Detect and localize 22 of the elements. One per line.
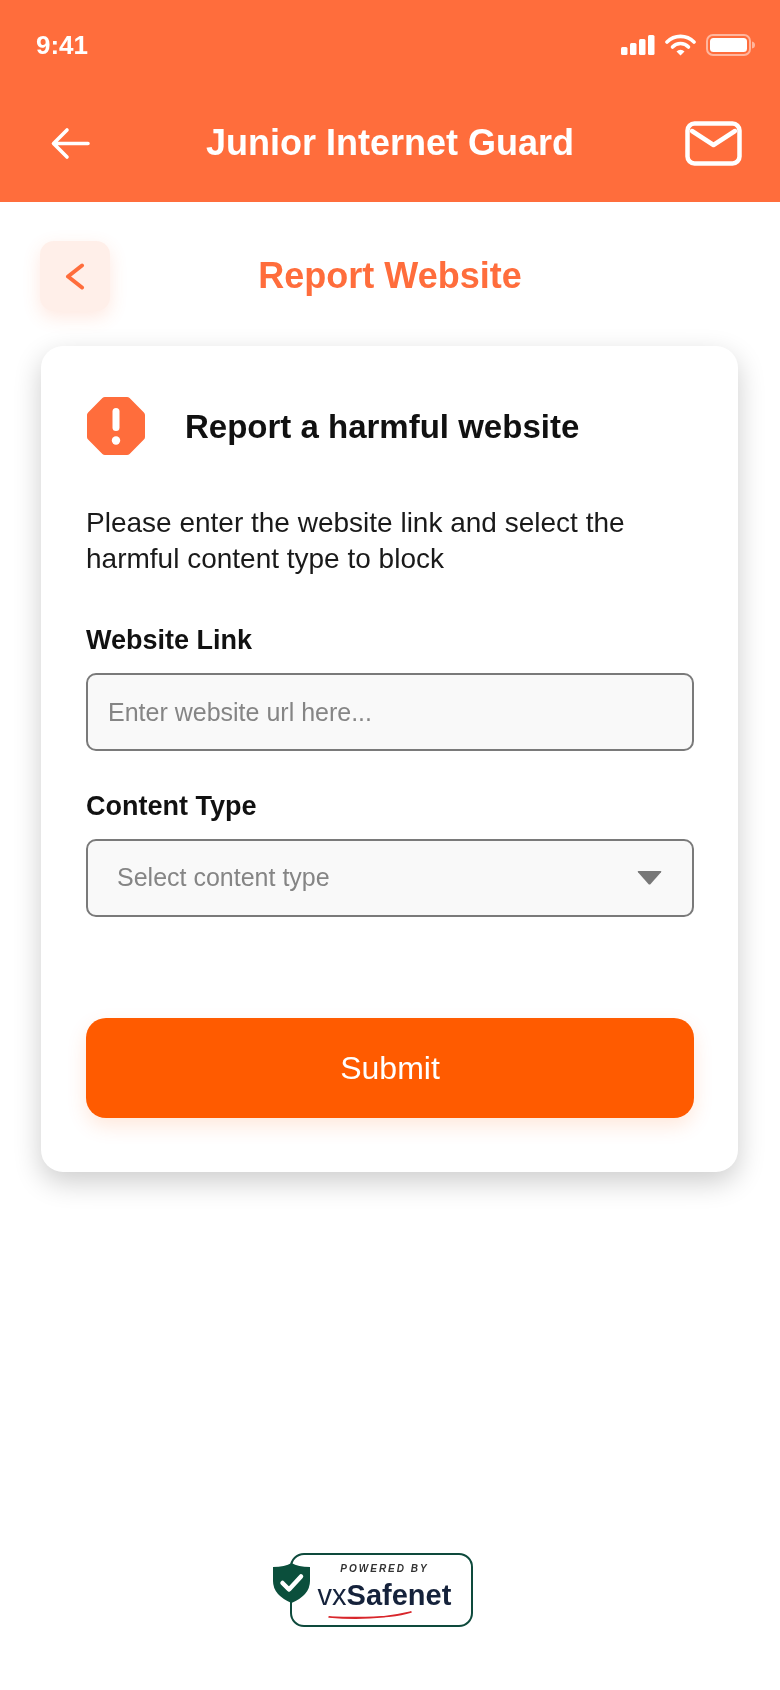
description-text: Please enter the website link and select the harmful content type to block xyxy=(86,506,626,576)
back-arrow-icon[interactable] xyxy=(50,126,90,160)
swoosh-icon xyxy=(327,1611,412,1620)
app-title: Junior Internet Guard xyxy=(205,125,574,161)
field-label: Website Link xyxy=(86,625,253,655)
dropdown-field[interactable]: Select content type xyxy=(86,839,694,917)
back-button[interactable] xyxy=(40,241,110,311)
wifi-icon xyxy=(665,34,696,56)
signal-icon xyxy=(621,35,655,55)
card-heading: Report a harmful website xyxy=(185,409,580,443)
page-title: Report Website xyxy=(258,258,522,294)
input-field[interactable]: Enter website url here... xyxy=(86,673,694,751)
caret-down-icon xyxy=(637,871,662,885)
brand-wordmark: vxSafenet xyxy=(317,1581,452,1610)
battery-icon xyxy=(706,34,755,56)
chevron-left-icon xyxy=(64,262,86,290)
badge-caption: POWERED BY xyxy=(340,1564,429,1574)
mail-icon[interactable] xyxy=(685,120,742,166)
field-label: Content Type xyxy=(86,791,257,821)
submit-button[interactable]: Submit xyxy=(86,1018,694,1118)
status-time: 9:41 xyxy=(36,32,89,58)
warning-octagon-icon xyxy=(86,396,146,456)
